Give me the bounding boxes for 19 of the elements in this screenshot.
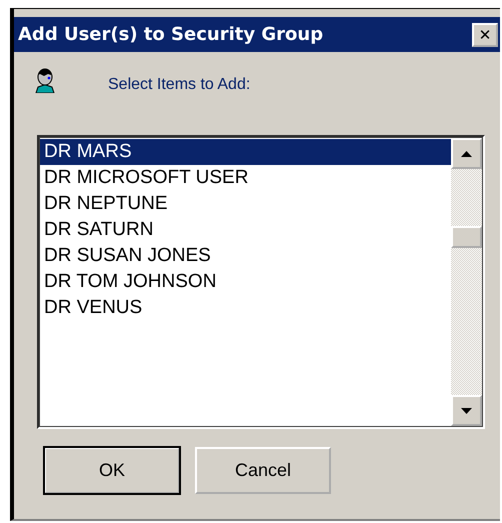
- list-item[interactable]: DR SUSAN JONES: [40, 243, 451, 269]
- down-arrow-icon: [461, 408, 472, 414]
- prompt-text: Select Items to Add:: [108, 76, 250, 94]
- window-title: Add User(s) to Security Group: [18, 24, 324, 45]
- up-arrow-icon: [461, 150, 472, 156]
- list-item[interactable]: DR SATURN: [40, 217, 451, 243]
- user-icon: [34, 66, 56, 92]
- list-item[interactable]: DR MARS: [40, 139, 451, 165]
- scroll-down-button[interactable]: [451, 395, 482, 426]
- cancel-button[interactable]: Cancel: [195, 447, 331, 494]
- list-item[interactable]: DR TOM JOHNSON: [40, 269, 451, 295]
- list-item[interactable]: DR VENUS: [40, 295, 451, 321]
- close-button[interactable]: ✕: [472, 22, 498, 46]
- scroll-thumb[interactable]: [451, 226, 482, 248]
- ok-button[interactable]: OK: [44, 447, 180, 494]
- list-item[interactable]: DR MICROSOFT USER: [40, 165, 451, 191]
- scrollbar[interactable]: [451, 138, 482, 426]
- list-item[interactable]: DR NEPTUNE: [40, 191, 451, 217]
- scroll-up-button[interactable]: [451, 138, 482, 169]
